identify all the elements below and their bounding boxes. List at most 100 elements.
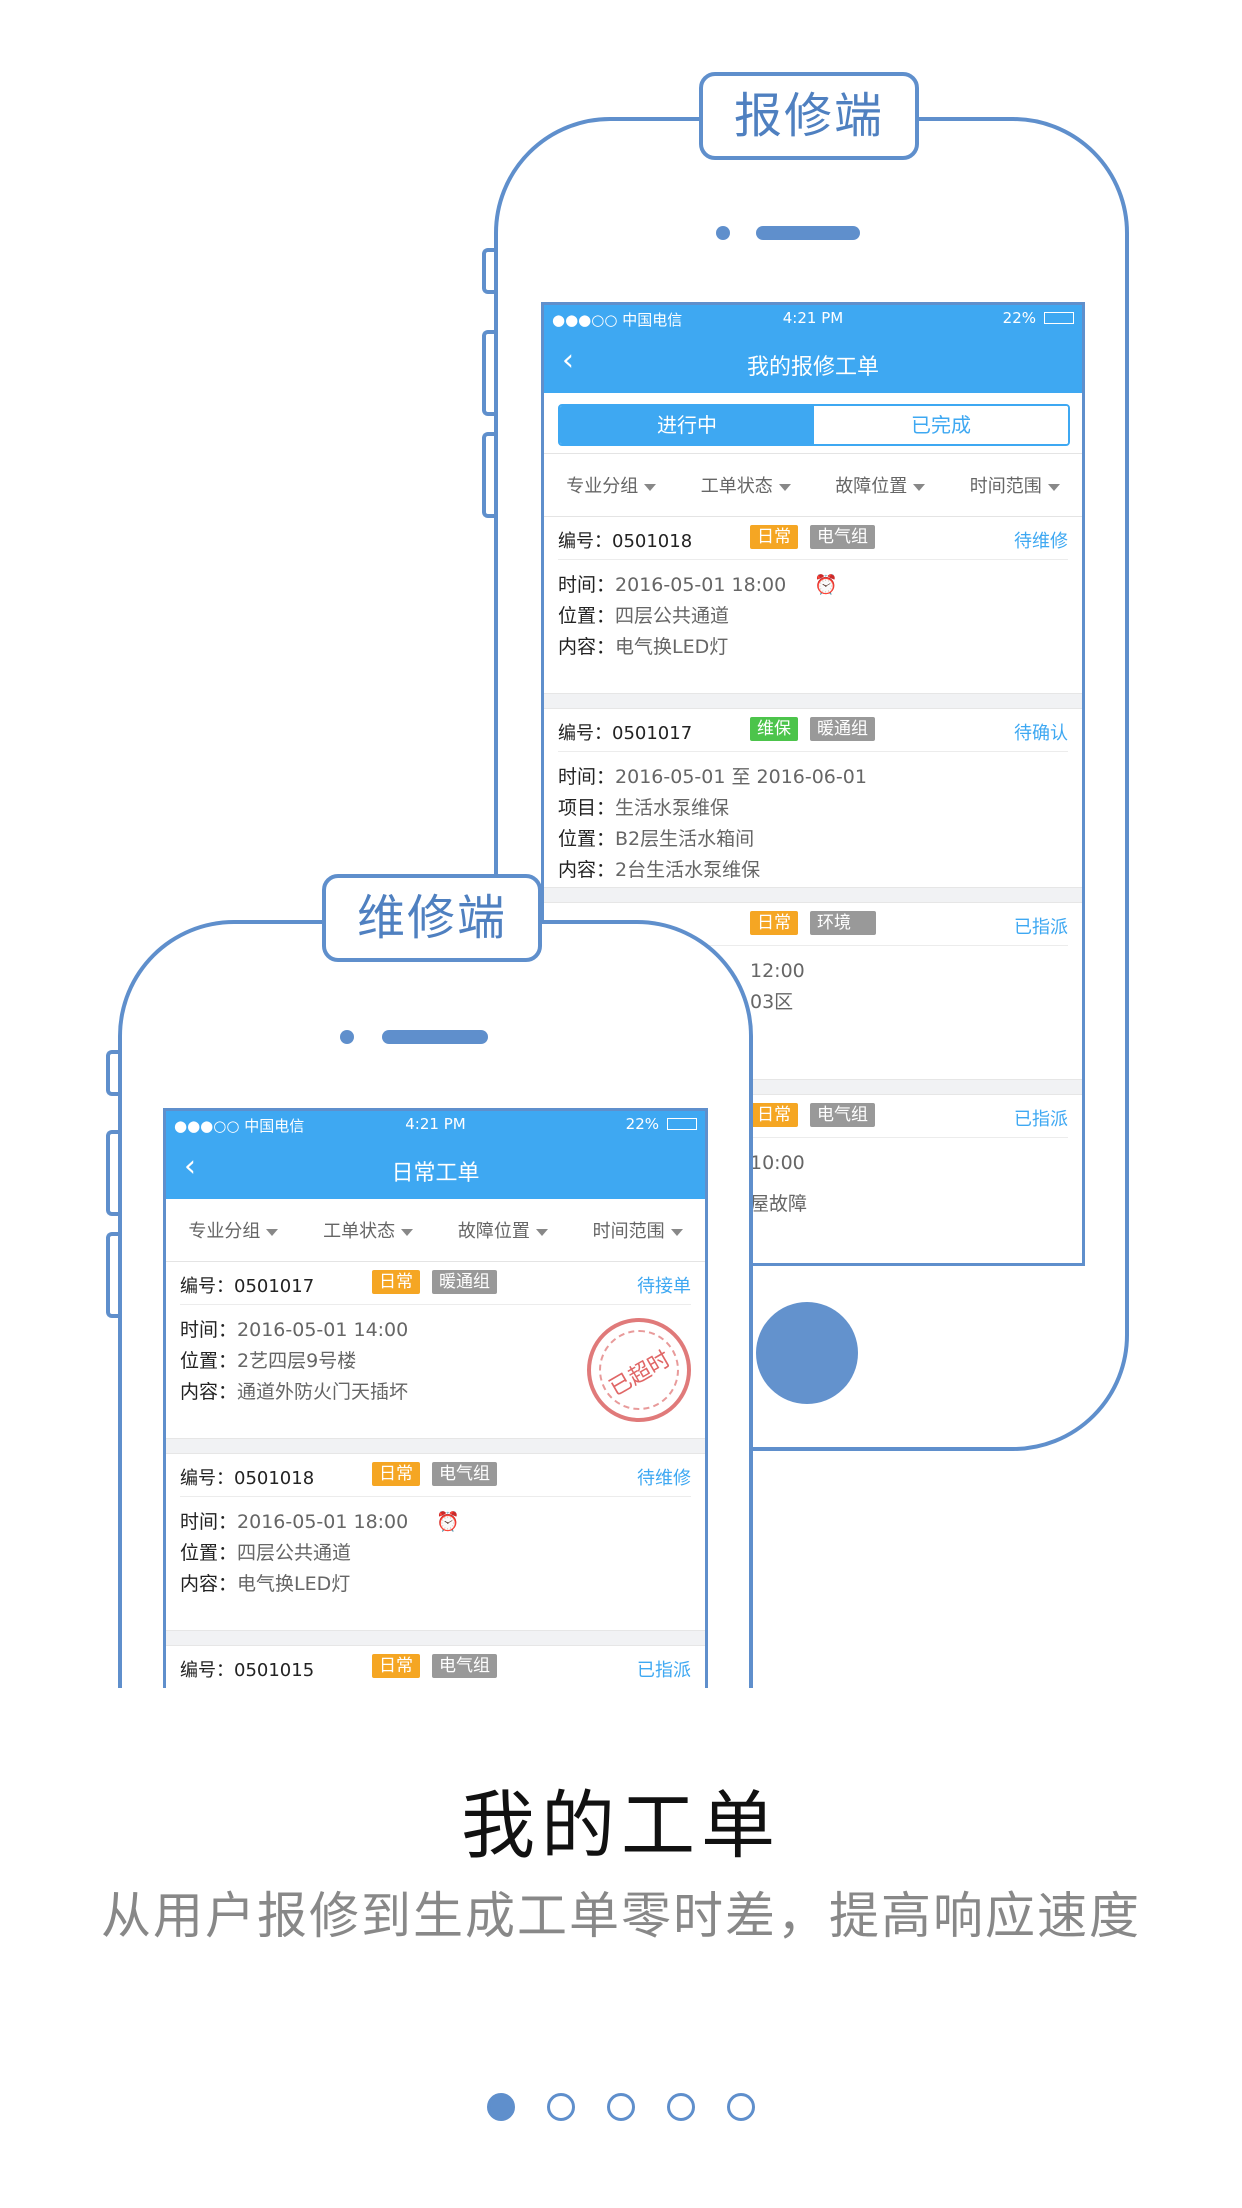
field-key: 内容： — [558, 636, 616, 658]
phone-volume-up — [106, 1130, 118, 1216]
work-order-card[interactable]: 编号：0501015 日常 电气组 已指派 — [166, 1646, 705, 1688]
caret-down-icon — [1047, 483, 1060, 491]
type-tag: 日常 — [372, 1654, 420, 1678]
field-key: 内容： — [180, 1381, 238, 1403]
battery-icon — [667, 1118, 697, 1130]
filter-location[interactable]: 故障位置 — [458, 1217, 548, 1243]
home-button[interactable] — [756, 1302, 858, 1404]
type-tag: 日常 — [750, 1103, 798, 1127]
field-key: 位置： — [180, 1350, 238, 1372]
caret-down-icon — [778, 483, 791, 491]
field-value: 通道外防火门天插坏 — [237, 1381, 409, 1403]
caret-down-icon — [913, 483, 926, 491]
battery-label: 22% — [1002, 309, 1036, 327]
filter-bar: 专业分组 工单状态 故障位置 时间范围 — [166, 1199, 705, 1262]
order-status: 已指派 — [1014, 1109, 1068, 1130]
filter-status[interactable]: 工单状态 — [701, 472, 791, 498]
order-number: 编号：0501018 — [180, 1468, 315, 1489]
field-value: 10:00 — [750, 1152, 805, 1174]
caret-down-icon — [266, 1228, 279, 1236]
overdue-stamp: 已超时 — [587, 1318, 691, 1422]
card-divider — [166, 1630, 705, 1646]
phone-speaker — [382, 1030, 488, 1044]
filter-status[interactable]: 工单状态 — [323, 1217, 414, 1243]
type-tag: 日常 — [750, 911, 798, 935]
tab-in-progress[interactable]: 进行中 — [560, 406, 814, 444]
field-value: 2016-05-01 14:00 — [237, 1319, 409, 1341]
nav-bar: ‹ 日常工单 — [166, 1139, 705, 1199]
alarm-clock-icon: ⏰ — [436, 1511, 460, 1533]
nav-title: 日常工单 — [391, 1161, 480, 1186]
filter-time[interactable]: 时间范围 — [970, 472, 1060, 498]
order-status: 已指派 — [637, 1660, 691, 1681]
filter-bar: 专业分组 工单状态 故障位置 时间范围 — [544, 454, 1082, 517]
filter-time[interactable]: 时间范围 — [593, 1217, 683, 1243]
field-key: 位置： — [180, 1542, 238, 1564]
clock-label: 4:21 PM — [405, 1115, 466, 1133]
field-value: 生活水泵维保 — [615, 797, 730, 819]
filter-location[interactable]: 故障位置 — [835, 472, 926, 498]
page-indicator — [0, 2093, 1242, 2121]
field-value: 电气换LED灯 — [615, 636, 729, 658]
order-number: 编号：0501017 — [558, 723, 693, 744]
filter-label: 专业分组 — [188, 1221, 261, 1242]
status-bar: ●●●○○ 中国电信 4:21 PM 22% — [544, 305, 1082, 333]
field-value: 2016-05-01 18:00 — [615, 574, 787, 596]
field-value: 2016-05-01 至 2016-06-01 — [615, 766, 867, 788]
card-divider — [544, 887, 1082, 903]
caret-down-icon — [401, 1228, 414, 1236]
page-dot[interactable] — [727, 2093, 755, 2121]
group-tag: 电气组 — [432, 1462, 497, 1486]
work-order-card[interactable]: 编号：0501017 维保 暖通组 待确认 时间：2016-05-01 至 20… — [544, 709, 1082, 887]
type-tag: 日常 — [750, 525, 798, 549]
phone-mute-switch — [106, 1050, 118, 1096]
status-bar: ●●●○○ 中国电信 4:21 PM 22% — [166, 1111, 705, 1139]
order-number: 编号：0501017 — [180, 1276, 315, 1297]
work-order-card[interactable]: 编号：0501018 日常 电气组 待维修 时间：2016-05-01 18:0… — [166, 1454, 705, 1630]
field-key: 位置： — [558, 828, 616, 850]
field-value: 03区 — [750, 991, 794, 1013]
group-tag: 电气组 — [432, 1654, 497, 1678]
card-divider — [166, 1438, 705, 1454]
field-value: 电气换LED灯 — [237, 1573, 351, 1595]
field-key: 内容： — [180, 1573, 238, 1595]
page-dot[interactable] — [547, 2093, 575, 2121]
work-order-card[interactable]: 编号：0501017 日常 暖通组 待接单 时间：2016-05-01 14:0… — [166, 1262, 705, 1438]
nav-title: 我的报修工单 — [746, 355, 879, 380]
field-value: B2层生活水箱间 — [615, 828, 755, 850]
type-tag: 日常 — [372, 1270, 420, 1294]
order-number: 编号：0501015 — [180, 1660, 315, 1681]
field-value: 2016-05-01 18:00 — [237, 1511, 409, 1533]
filter-label: 工单状态 — [700, 476, 773, 497]
group-tag: 暖通组 — [432, 1270, 497, 1294]
repair-side-badge: 报修端 — [699, 72, 919, 160]
field-value: 12:00 — [750, 960, 805, 982]
maintain-screen: ●●●○○ 中国电信 4:21 PM 22% ‹ 日常工单 专业分组 工单状态 … — [163, 1108, 708, 1688]
filter-label: 专业分组 — [566, 476, 639, 497]
order-status: 待维修 — [637, 1468, 691, 1489]
card-divider — [544, 693, 1082, 709]
caret-down-icon — [644, 483, 657, 491]
field-value: 2艺四层9号楼 — [237, 1350, 357, 1372]
battery-label: 22% — [625, 1115, 659, 1133]
page-dot[interactable] — [607, 2093, 635, 2121]
field-key: 时间： — [180, 1319, 238, 1341]
maintain-side-badge: 维修端 — [322, 874, 542, 962]
filter-group[interactable]: 专业分组 — [188, 1217, 279, 1243]
field-key: 项目： — [558, 797, 616, 819]
tab-completed[interactable]: 已完成 — [814, 406, 1068, 444]
page-dot[interactable] — [667, 2093, 695, 2121]
order-status: 待确认 — [1014, 723, 1068, 744]
field-value: 四层公共通道 — [237, 1542, 352, 1564]
page-dot[interactable] — [487, 2093, 515, 2121]
group-tag: 暖通组 — [810, 717, 875, 741]
field-value: 屋故障 — [750, 1193, 808, 1215]
phone-volume-down — [482, 432, 494, 518]
work-order-card[interactable]: 编号：0501018 日常 电气组 待维修 时间：2016-05-01 18:0… — [544, 517, 1082, 693]
phone-camera — [340, 1030, 354, 1044]
phone-speaker — [756, 226, 860, 240]
field-key: 位置： — [558, 605, 616, 627]
phone-camera — [716, 226, 730, 240]
filter-group[interactable]: 专业分组 — [566, 472, 657, 498]
caret-down-icon — [670, 1228, 683, 1236]
